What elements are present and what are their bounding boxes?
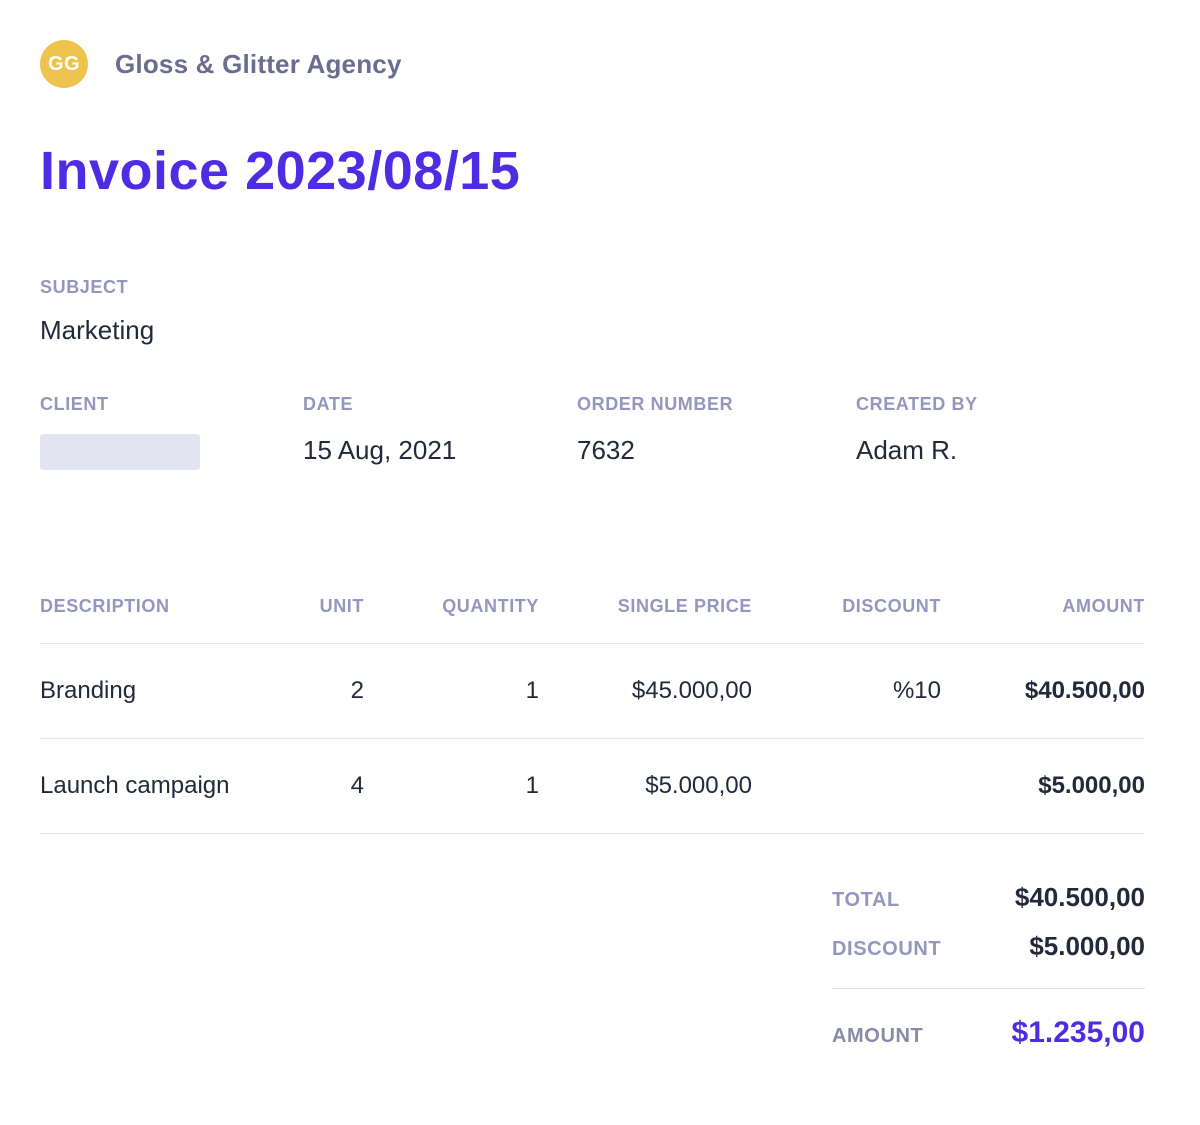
- header-amount: AMOUNT: [941, 596, 1145, 644]
- client-label: CLIENT: [40, 393, 303, 416]
- grand-amount-label: AMOUNT: [832, 1025, 923, 1048]
- subject-field: SUBJECT Marketing: [40, 276, 1145, 347]
- item-quantity: 1: [364, 643, 539, 738]
- brand-header: GG Gloss & Glitter Agency: [40, 40, 1145, 88]
- item-description: Branding: [40, 643, 280, 738]
- subject-value: Marketing: [40, 314, 1145, 348]
- client-field: CLIENT: [40, 393, 303, 470]
- agency-name: Gloss & Glitter Agency: [115, 49, 402, 80]
- created-by-value: Adam R.: [856, 434, 1145, 468]
- line-items-table: DESCRIPTION UNIT QUANTITY SINGLE PRICE D…: [40, 596, 1145, 834]
- date-value: 15 Aug, 2021: [303, 434, 577, 468]
- agency-logo: GG: [40, 40, 88, 88]
- header-discount: DISCOUNT: [752, 596, 941, 644]
- agency-logo-initials: GG: [48, 53, 80, 76]
- header-single-price: SINGLE PRICE: [539, 596, 752, 644]
- table-row: Launch campaign 4 1 $5.000,00 $5.000,00: [40, 738, 1145, 833]
- item-single-price: $5.000,00: [539, 738, 752, 833]
- table-header-row: DESCRIPTION UNIT QUANTITY SINGLE PRICE D…: [40, 596, 1145, 644]
- item-amount: $5.000,00: [941, 738, 1145, 833]
- grand-amount-value: $1.235,00: [1012, 1016, 1145, 1050]
- header-quantity: QUANTITY: [364, 596, 539, 644]
- client-redacted-value: [40, 434, 200, 470]
- item-unit: 2: [280, 643, 364, 738]
- invoice-meta: CLIENT DATE 15 Aug, 2021 ORDER NUMBER 76…: [40, 393, 1145, 470]
- grand-amount-row: AMOUNT $1.235,00: [832, 1016, 1145, 1050]
- total-value: $40.500,00: [1015, 882, 1145, 913]
- item-discount: %10: [752, 643, 941, 738]
- created-by-field: CREATED BY Adam R.: [856, 393, 1145, 470]
- order-number-label: ORDER NUMBER: [577, 393, 856, 416]
- header-unit: UNIT: [280, 596, 364, 644]
- item-unit: 4: [280, 738, 364, 833]
- order-number-value: 7632: [577, 434, 856, 468]
- totals-summary: TOTAL $40.500,00 DISCOUNT $5.000,00 AMOU…: [832, 882, 1145, 1050]
- total-label: TOTAL: [832, 889, 900, 912]
- date-field: DATE 15 Aug, 2021: [303, 393, 577, 470]
- item-single-price: $45.000,00: [539, 643, 752, 738]
- created-by-label: CREATED BY: [856, 393, 1145, 416]
- item-quantity: 1: [364, 738, 539, 833]
- total-row: TOTAL $40.500,00: [832, 882, 1145, 913]
- discount-value: $5.000,00: [1029, 931, 1145, 962]
- item-amount: $40.500,00: [941, 643, 1145, 738]
- item-description: Launch campaign: [40, 738, 280, 833]
- item-discount: [752, 738, 941, 833]
- table-row: Branding 2 1 $45.000,00 %10 $40.500,00: [40, 643, 1145, 738]
- discount-row: DISCOUNT $5.000,00: [832, 931, 1145, 962]
- invoice-page: GG Gloss & Glitter Agency Invoice 2023/0…: [0, 0, 1200, 1125]
- header-description: DESCRIPTION: [40, 596, 280, 644]
- totals-divider: [832, 988, 1145, 989]
- subject-label: SUBJECT: [40, 276, 1145, 299]
- page-title: Invoice 2023/08/15: [40, 140, 1145, 202]
- date-label: DATE: [303, 393, 577, 416]
- discount-label: DISCOUNT: [832, 938, 941, 961]
- order-number-field: ORDER NUMBER 7632: [577, 393, 856, 470]
